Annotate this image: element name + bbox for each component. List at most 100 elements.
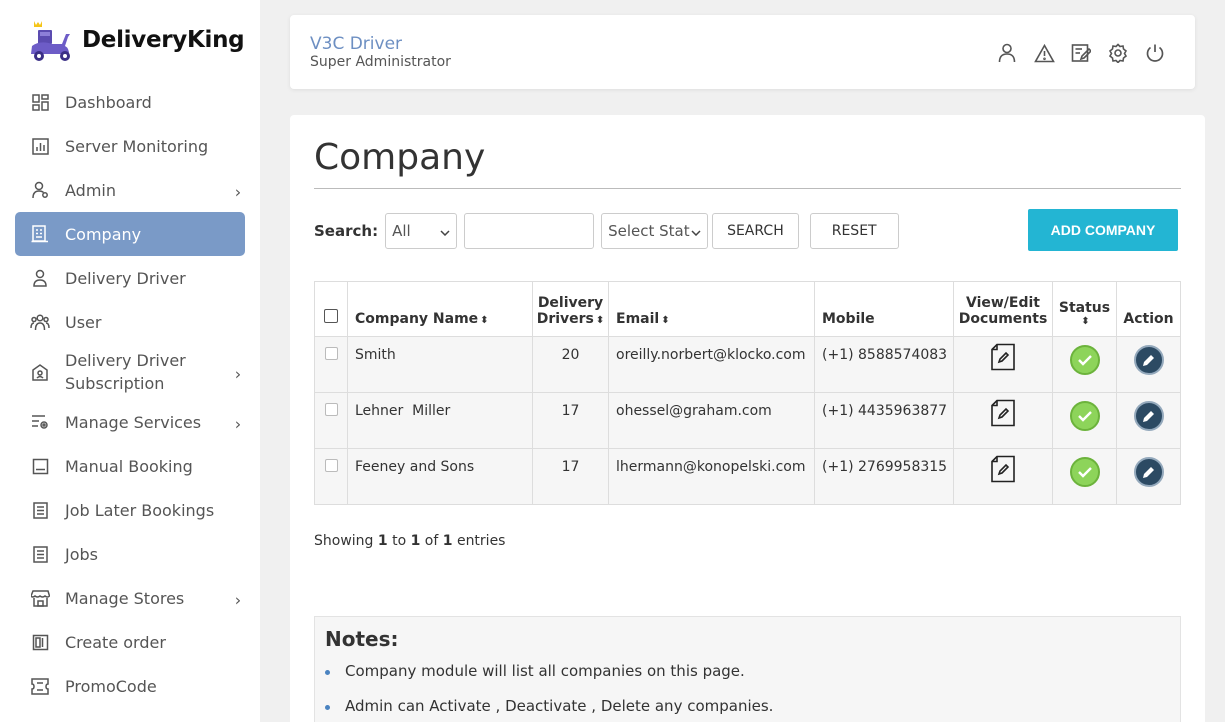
sidebar-item-job-later-bookings[interactable]: Job Later Bookings — [15, 488, 245, 532]
table-row: Feeney and Sons 17 lhermann@konopelski.c… — [314, 448, 1181, 505]
row-checkbox[interactable] — [324, 347, 338, 360]
edit-document-icon[interactable] — [990, 455, 1016, 487]
mobile-cell: (+1) 4435963877 — [814, 392, 954, 449]
scooter-logo-icon — [28, 18, 74, 62]
active-status-icon[interactable] — [1069, 345, 1100, 375]
status-cell — [1052, 336, 1117, 393]
top-header: V3C Driver Super Administrator — [290, 15, 1195, 89]
user-name[interactable]: V3C Driver — [310, 34, 402, 54]
select-all-checkbox[interactable] — [324, 309, 338, 323]
sidebar-item-label: Jobs — [65, 544, 98, 564]
showing-suffix: entries — [452, 533, 506, 549]
sort-icon: ⬍ — [595, 315, 605, 326]
column-documents: View/Edit Documents — [953, 281, 1053, 337]
column-action: Action — [1116, 281, 1181, 337]
edit-document-icon[interactable] — [990, 343, 1016, 375]
sidebar-item-jobs[interactable]: Jobs — [15, 532, 245, 576]
search-input[interactable] — [464, 212, 595, 249]
sidebar-item-label: User — [65, 312, 102, 332]
chevron-down-icon — [691, 222, 701, 240]
column-label: View/Edit — [965, 295, 1040, 311]
add-company-button[interactable]: ADD COMPANY — [1028, 209, 1178, 251]
notes-title: Notes: — [325, 627, 399, 651]
status-cell — [1052, 448, 1117, 505]
brand-logo[interactable]: DeliveryKing — [28, 18, 245, 62]
edit-pencil-icon[interactable] — [1133, 401, 1164, 431]
profile-icon[interactable] — [995, 41, 1019, 65]
email-cell: ohessel@graham.com — [608, 392, 815, 449]
drivers-count-link[interactable]: 17 — [532, 392, 609, 449]
edit-notes-icon[interactable] — [1069, 41, 1093, 65]
sidebar-item-company[interactable]: Company — [15, 212, 245, 256]
chevron-down-icon — [440, 222, 450, 240]
sidebar-item-label: Manage Services — [65, 412, 202, 432]
company-table: Company Name ⬍ Delivery Drivers ⬍ Email ⬍ M… — [314, 281, 1181, 505]
power-icon[interactable] — [1143, 41, 1167, 65]
active-status-icon[interactable] — [1069, 457, 1100, 487]
driver-icon — [29, 267, 51, 289]
sort-icon: ⬍ — [1081, 316, 1090, 327]
sidebar-item-manage-services[interactable]: Manage Services › — [15, 400, 245, 444]
active-status-icon[interactable] — [1069, 401, 1100, 431]
row-checkbox[interactable] — [324, 459, 338, 472]
sidebar-item-promocode[interactable]: PromoCode — [15, 664, 245, 708]
row-checkbox[interactable] — [324, 403, 338, 416]
header-actions — [995, 41, 1167, 65]
sidebar-item-user[interactable]: User — [15, 300, 245, 344]
page-title: Company — [314, 137, 486, 178]
column-label: Drivers — [536, 311, 594, 327]
sidebar-item-manage-stores[interactable]: Manage Stores › — [15, 576, 245, 620]
company-name-cell: Lehner Miller — [347, 392, 533, 449]
mobile-cell: (+1) 2769958315 — [814, 448, 954, 505]
bullet-icon — [325, 705, 330, 710]
column-delivery-drivers[interactable]: Delivery Drivers ⬍ — [532, 281, 609, 337]
column-company-name[interactable]: Company Name ⬍ — [347, 281, 533, 337]
table-row: Lehner Miller 17 ohessel@graham.com (+1)… — [314, 392, 1181, 449]
sidebar-item-server-monitoring[interactable]: Server Monitoring — [15, 124, 245, 168]
note-text: Admin can Activate , Deactivate , Delete… — [345, 697, 774, 715]
sidebar-item-delivery-driver[interactable]: Delivery Driver — [15, 256, 245, 300]
list-item: Company module will list all companies o… — [325, 662, 773, 697]
sidebar-item-label: Job Later Bookings — [65, 500, 215, 520]
drivers-count-link[interactable]: 17 — [532, 448, 609, 505]
search-button[interactable]: SEARCH — [712, 212, 799, 249]
search-label: Search: — [314, 221, 379, 240]
action-cell — [1116, 448, 1181, 505]
sidebar-item-label: Delivery Driver — [65, 268, 186, 288]
sidebar-item-label: PromoCode — [65, 676, 157, 696]
booking-icon — [29, 455, 51, 477]
sidebar-item-admin[interactable]: Admin › — [15, 168, 245, 212]
sidebar-item-create-order[interactable]: Create order — [15, 620, 245, 664]
chevron-right-icon: › — [234, 590, 242, 610]
jobs-icon — [29, 543, 51, 565]
column-label: Mobile — [822, 311, 875, 327]
drivers-count-link[interactable]: 20 — [532, 336, 609, 393]
edit-pencil-icon[interactable] — [1133, 457, 1164, 487]
edit-document-icon[interactable] — [990, 399, 1016, 431]
chevron-right-icon: › — [234, 182, 242, 202]
edit-pencil-icon[interactable] — [1133, 345, 1164, 375]
sidebar-nav: Dashboard Server Monitoring Admin › Comp… — [15, 80, 245, 708]
sidebar-item-delivery-driver-subscription[interactable]: Delivery Driver Subscription › — [15, 344, 245, 400]
column-email[interactable]: Email ⬍ — [608, 281, 815, 337]
email-cell: lhermann@konopelski.com — [608, 448, 815, 505]
sidebar-item-dashboard[interactable]: Dashboard — [15, 80, 245, 124]
table-row: Smith 20 oreilly.norbert@klocko.com (+1)… — [314, 336, 1181, 393]
documents-cell — [953, 336, 1053, 393]
search-scope-select[interactable]: All — [385, 212, 458, 249]
select-all-header — [314, 281, 348, 337]
column-status[interactable]: Status ⬍ — [1052, 281, 1117, 337]
showing-of-word: of — [420, 533, 443, 549]
status-select[interactable]: Select Status — [601, 212, 709, 249]
pagination-info: Showing 1 to 1 of 1 entries — [314, 533, 505, 549]
chart-icon — [29, 135, 51, 157]
column-label: Documents — [958, 311, 1048, 327]
reset-button[interactable]: RESET — [809, 212, 899, 249]
alert-icon[interactable] — [1032, 41, 1056, 65]
main-content: Company Search: All Select Status SEARCH… — [290, 115, 1205, 722]
sidebar-item-manual-booking[interactable]: Manual Booking — [15, 444, 245, 488]
title-divider — [314, 188, 1181, 189]
column-mobile: Mobile — [814, 281, 954, 337]
chevron-right-icon: › — [234, 364, 242, 384]
settings-icon[interactable] — [1106, 41, 1130, 65]
